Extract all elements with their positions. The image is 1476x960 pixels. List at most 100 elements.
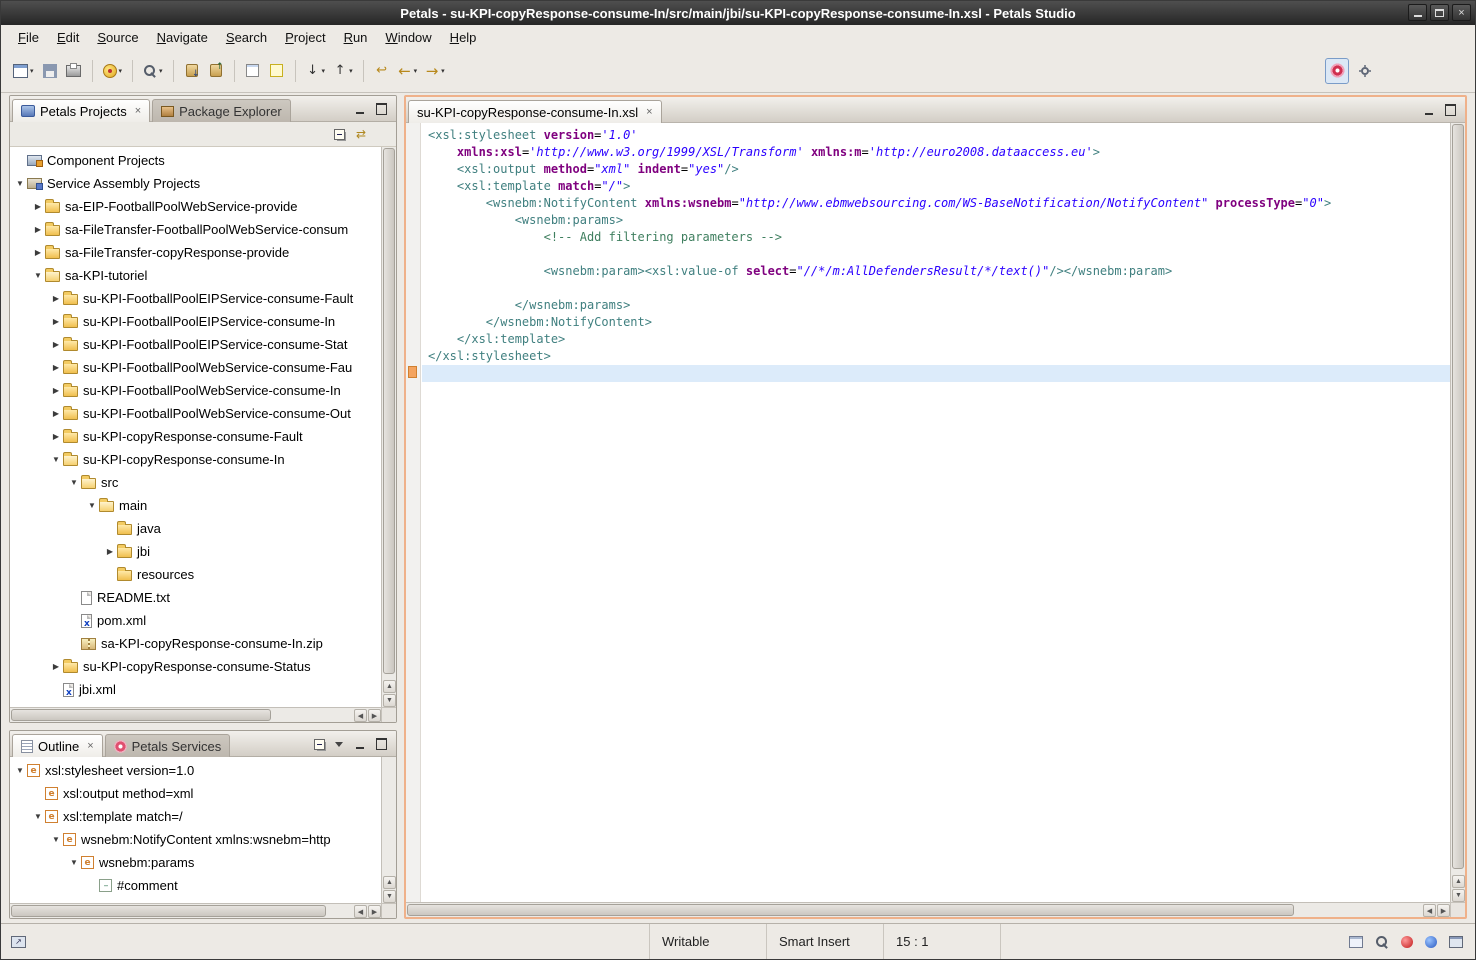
outline-item-xsl-output-method-xml[interactable]: xsl:output method=xml — [10, 782, 381, 805]
new-wizard-button[interactable]: ▾ — [9, 58, 38, 84]
expander-expanded-icon[interactable]: ▼ — [13, 766, 27, 775]
scrollbar-thumb[interactable] — [383, 148, 395, 674]
forward-button[interactable]: ▾ — [421, 58, 449, 84]
project-item-su-kpi-copyresponse-consume-fault[interactable]: ▶su-KPI-copyResponse-consume-Fault — [10, 425, 381, 448]
dropdown-arrow-icon[interactable]: ▾ — [441, 67, 445, 75]
editor-horizontal-scrollbar[interactable]: ◀ ▶ — [406, 902, 1450, 917]
code-line[interactable]: xmlns:xsl='http://www.w3.org/1999/XSL/Tr… — [422, 144, 1450, 161]
archive-import-button[interactable] — [180, 58, 204, 84]
expander-collapsed-icon[interactable]: ▶ — [49, 386, 63, 395]
project-item-su-kpi-copyresponse-consume-in[interactable]: ▼su-KPI-copyResponse-consume-In — [10, 448, 381, 471]
code-line[interactable]: <wsnebm:params> — [422, 212, 1450, 229]
menu-navigate[interactable]: Navigate — [148, 27, 217, 48]
project-item-sa-kpi-copyresponse-consume-in-zip[interactable]: sa-KPI-copyResponse-consume-In.zip — [10, 632, 381, 655]
expander-expanded-icon[interactable]: ▼ — [31, 812, 45, 821]
code-line[interactable]: </wsnebm:params> — [422, 297, 1450, 314]
archive-export-button[interactable] — [204, 58, 228, 84]
dropdown-arrow-icon[interactable]: ▾ — [159, 67, 163, 75]
external-tools-button[interactable] — [1353, 58, 1377, 84]
scroll-down-icon[interactable]: ▼ — [1452, 889, 1465, 902]
outline-item-wsnebm-params[interactable]: ▼wsnebm:params — [10, 851, 381, 874]
collapse-all-button[interactable] — [314, 739, 325, 750]
outline-horizontal-scrollbar[interactable]: ◀ ▶ — [10, 903, 381, 918]
previous-annotation-button[interactable]: ▾ — [329, 58, 357, 84]
projects-tab-package-explorer[interactable]: Package Explorer — [152, 99, 291, 122]
expander-collapsed-icon[interactable]: ▶ — [49, 340, 63, 349]
expander-collapsed-icon[interactable]: ▶ — [49, 317, 63, 326]
projects-horizontal-scrollbar[interactable]: ◀ ▶ — [10, 707, 381, 722]
maximize-window-button[interactable] — [1430, 4, 1449, 21]
menu-window[interactable]: Window — [376, 27, 440, 48]
dropdown-arrow-icon[interactable]: ▾ — [322, 67, 326, 75]
menu-search[interactable]: Search — [217, 27, 276, 48]
project-item-su-kpi-footballpoolwebservice-consume-in[interactable]: ▶su-KPI-FootballPoolWebService-consume-I… — [10, 379, 381, 402]
project-item-resources[interactable]: resources — [10, 563, 381, 586]
dropdown-arrow-icon[interactable]: ▾ — [30, 67, 34, 75]
scroll-down-icon[interactable]: ▼ — [383, 890, 396, 903]
fast-view-button[interactable] — [11, 936, 26, 948]
editor-tab-su-kpi-copyresponse-consume-in-xsl[interactable]: su-KPI-copyResponse-consume-In.xsl× — [408, 100, 662, 123]
expander-collapsed-icon[interactable]: ▶ — [49, 432, 63, 441]
title-bar[interactable]: Petals - su-KPI-copyResponse-consume-In/… — [1, 1, 1475, 25]
project-item-sa-kpi-tutoriel[interactable]: ▼sa-KPI-tutoriel — [10, 264, 381, 287]
views-button[interactable] — [1449, 936, 1463, 948]
link-with-editor-button[interactable] — [354, 127, 368, 141]
mark-occurrences-button[interactable] — [265, 58, 289, 84]
scrollbar-thumb[interactable] — [11, 905, 326, 917]
code-line[interactable]: <wsnebm:NotifyContent xmlns:wsnebm="http… — [422, 195, 1450, 212]
search-button[interactable] — [1375, 935, 1389, 949]
scroll-up-icon[interactable]: ▲ — [1452, 875, 1465, 888]
project-item-java[interactable]: java — [10, 517, 381, 540]
expander-collapsed-icon[interactable]: ▶ — [49, 363, 63, 372]
source-code-area[interactable]: <xsl:stylesheet version='1.0' xmlns:xsl=… — [422, 123, 1450, 902]
editor-vertical-scrollbar[interactable]: ▲ ▼ — [1450, 123, 1465, 902]
maximize-button[interactable] — [374, 102, 388, 116]
projects-vertical-scrollbar[interactable]: ▲ ▼ — [381, 147, 396, 707]
next-annotation-button[interactable]: ▾ — [302, 58, 330, 84]
outline-vertical-scrollbar[interactable]: ▲ ▼ — [381, 757, 396, 903]
bookmark-button[interactable] — [1425, 936, 1437, 948]
scroll-right-icon[interactable]: ▶ — [368, 905, 381, 918]
expander-expanded-icon[interactable]: ▼ — [49, 455, 63, 464]
menu-source[interactable]: Source — [88, 27, 147, 48]
expander-collapsed-icon[interactable]: ▶ — [31, 225, 45, 234]
open-resource-button[interactable] — [241, 58, 265, 84]
expander-expanded-icon[interactable]: ▼ — [49, 835, 63, 844]
last-edit-location-button[interactable] — [370, 58, 394, 84]
back-button[interactable]: ▾ — [394, 58, 422, 84]
project-item-su-kpi-footballpoolwebservice-consume-fau[interactable]: ▶su-KPI-FootballPoolWebService-consume-F… — [10, 356, 381, 379]
code-line[interactable]: <xsl:stylesheet version='1.0' — [422, 127, 1450, 144]
minimize-button[interactable] — [353, 737, 367, 751]
expander-collapsed-icon[interactable]: ▶ — [49, 294, 63, 303]
scrollbar-thumb[interactable] — [1452, 124, 1464, 869]
project-item-main[interactable]: ▼main — [10, 494, 381, 517]
project-item-component-projects[interactable]: Component Projects — [10, 149, 381, 172]
console-button[interactable] — [1349, 936, 1363, 948]
expander-expanded-icon[interactable]: ▼ — [67, 478, 81, 487]
project-item-su-kpi-footballpooleipservice-consume-stat[interactable]: ▶su-KPI-FootballPoolEIPService-consume-S… — [10, 333, 381, 356]
project-item-jbi-xml[interactable]: jbi.xml — [10, 678, 381, 701]
expander-expanded-icon[interactable]: ▼ — [13, 179, 27, 188]
scroll-left-icon[interactable]: ◀ — [354, 709, 367, 722]
outline-item-wsnebm-notifycontent-xmlns-wsnebm-http[interactable]: ▼wsnebm:NotifyContent xmlns:wsnebm=http — [10, 828, 381, 851]
project-item-jbi[interactable]: ▶jbi — [10, 540, 381, 563]
outline-item-xsl-stylesheet-version-1-0[interactable]: ▼xsl:stylesheet version=1.0 — [10, 759, 381, 782]
scroll-left-icon[interactable]: ◀ — [1423, 904, 1436, 917]
scroll-right-icon[interactable]: ▶ — [1437, 904, 1450, 917]
project-item-su-kpi-footballpooleipservice-consume-in[interactable]: ▶su-KPI-FootballPoolEIPService-consume-I… — [10, 310, 381, 333]
project-item-sa-eip-footballpoolwebservice-provide[interactable]: ▶sa-EIP-FootballPoolWebService-provide — [10, 195, 381, 218]
scroll-down-icon[interactable]: ▼ — [383, 694, 396, 707]
outline-tab-outline[interactable]: Outline× — [12, 734, 103, 757]
code-line[interactable]: <xsl:template match="/"> — [422, 178, 1450, 195]
maximize-button[interactable] — [1443, 103, 1457, 117]
scroll-up-icon[interactable]: ▲ — [383, 680, 396, 693]
close-tab-icon[interactable]: × — [646, 106, 652, 118]
dropdown-arrow-icon[interactable]: ▾ — [119, 67, 123, 75]
expander-expanded-icon[interactable]: ▼ — [31, 271, 45, 280]
menu-file[interactable]: File — [9, 27, 48, 48]
project-item-src[interactable]: ▼src — [10, 471, 381, 494]
print-button[interactable] — [62, 58, 86, 84]
project-item-su-kpi-copyresponse-consume-status[interactable]: ▶su-KPI-copyResponse-consume-Status — [10, 655, 381, 678]
search-button[interactable]: ▾ — [139, 58, 167, 84]
expander-collapsed-icon[interactable]: ▶ — [103, 547, 117, 556]
